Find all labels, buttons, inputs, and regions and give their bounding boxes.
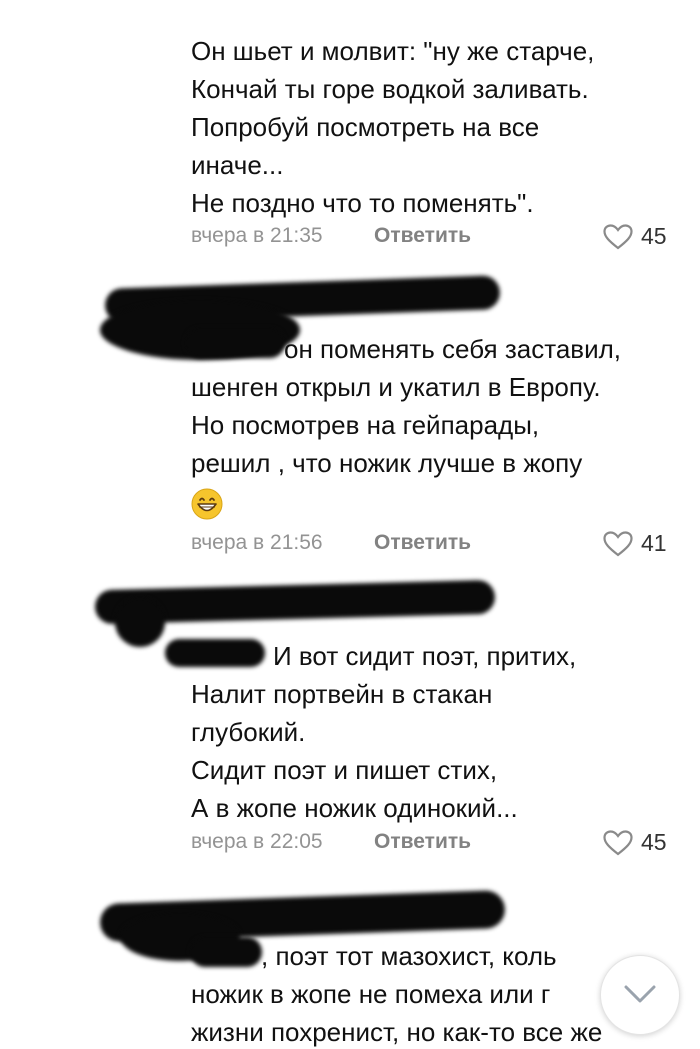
comment-text: он поменять себя заставил, шенген открыл… xyxy=(191,334,622,478)
comment: он поменять себя заставил, шенген открыл… xyxy=(0,270,700,570)
reply-button[interactable]: Ответить xyxy=(374,221,471,251)
comment-text: , поэт тот мазохист, коль ножик в жопе н… xyxy=(191,941,603,1047)
like-count: 45 xyxy=(641,829,667,855)
comment: , поэт тот мазохист, коль ножик в жопе н… xyxy=(0,885,700,1049)
comment: И вот сидит поэт, притих, Налит портвейн… xyxy=(0,575,700,875)
like-count: 45 xyxy=(641,223,667,249)
reply-button[interactable]: Ответить xyxy=(374,827,471,857)
comment-text: И вот сидит поэт, притих, Налит портвейн… xyxy=(191,641,577,823)
redacted-avatar xyxy=(115,597,165,647)
reply-button[interactable]: Ответить xyxy=(374,528,471,558)
comment-text: Он шьет и молвит: "ну же старче, Кончай … xyxy=(191,36,595,218)
comment: Он шьет и молвит: "ну же старче, Кончай … xyxy=(0,0,700,260)
comment-timestamp: вчера в 22:05 xyxy=(191,830,323,853)
like-button[interactable]: 45 xyxy=(603,221,683,251)
scroll-down-button[interactable] xyxy=(600,955,680,1035)
comment-timestamp: вчера в 21:56 xyxy=(191,531,323,554)
comment-meta: вчера в 22:05 Ответить 45 xyxy=(191,827,671,857)
like-count: 41 xyxy=(641,530,667,556)
chevron-down-icon xyxy=(624,985,656,1003)
comment-meta: вчера в 21:35 Ответить 45 xyxy=(191,221,671,251)
grinning-face-icon xyxy=(191,488,223,520)
comment-meta: вчера в 21:56 Ответить 41 xyxy=(191,528,671,558)
comment-timestamp: вчера в 21:35 xyxy=(191,224,323,247)
like-button[interactable]: 45 xyxy=(603,827,683,857)
heart-outline-icon xyxy=(603,531,633,557)
heart-outline-icon xyxy=(603,830,633,856)
heart-outline-icon xyxy=(603,224,633,250)
like-button[interactable]: 41 xyxy=(603,528,683,558)
